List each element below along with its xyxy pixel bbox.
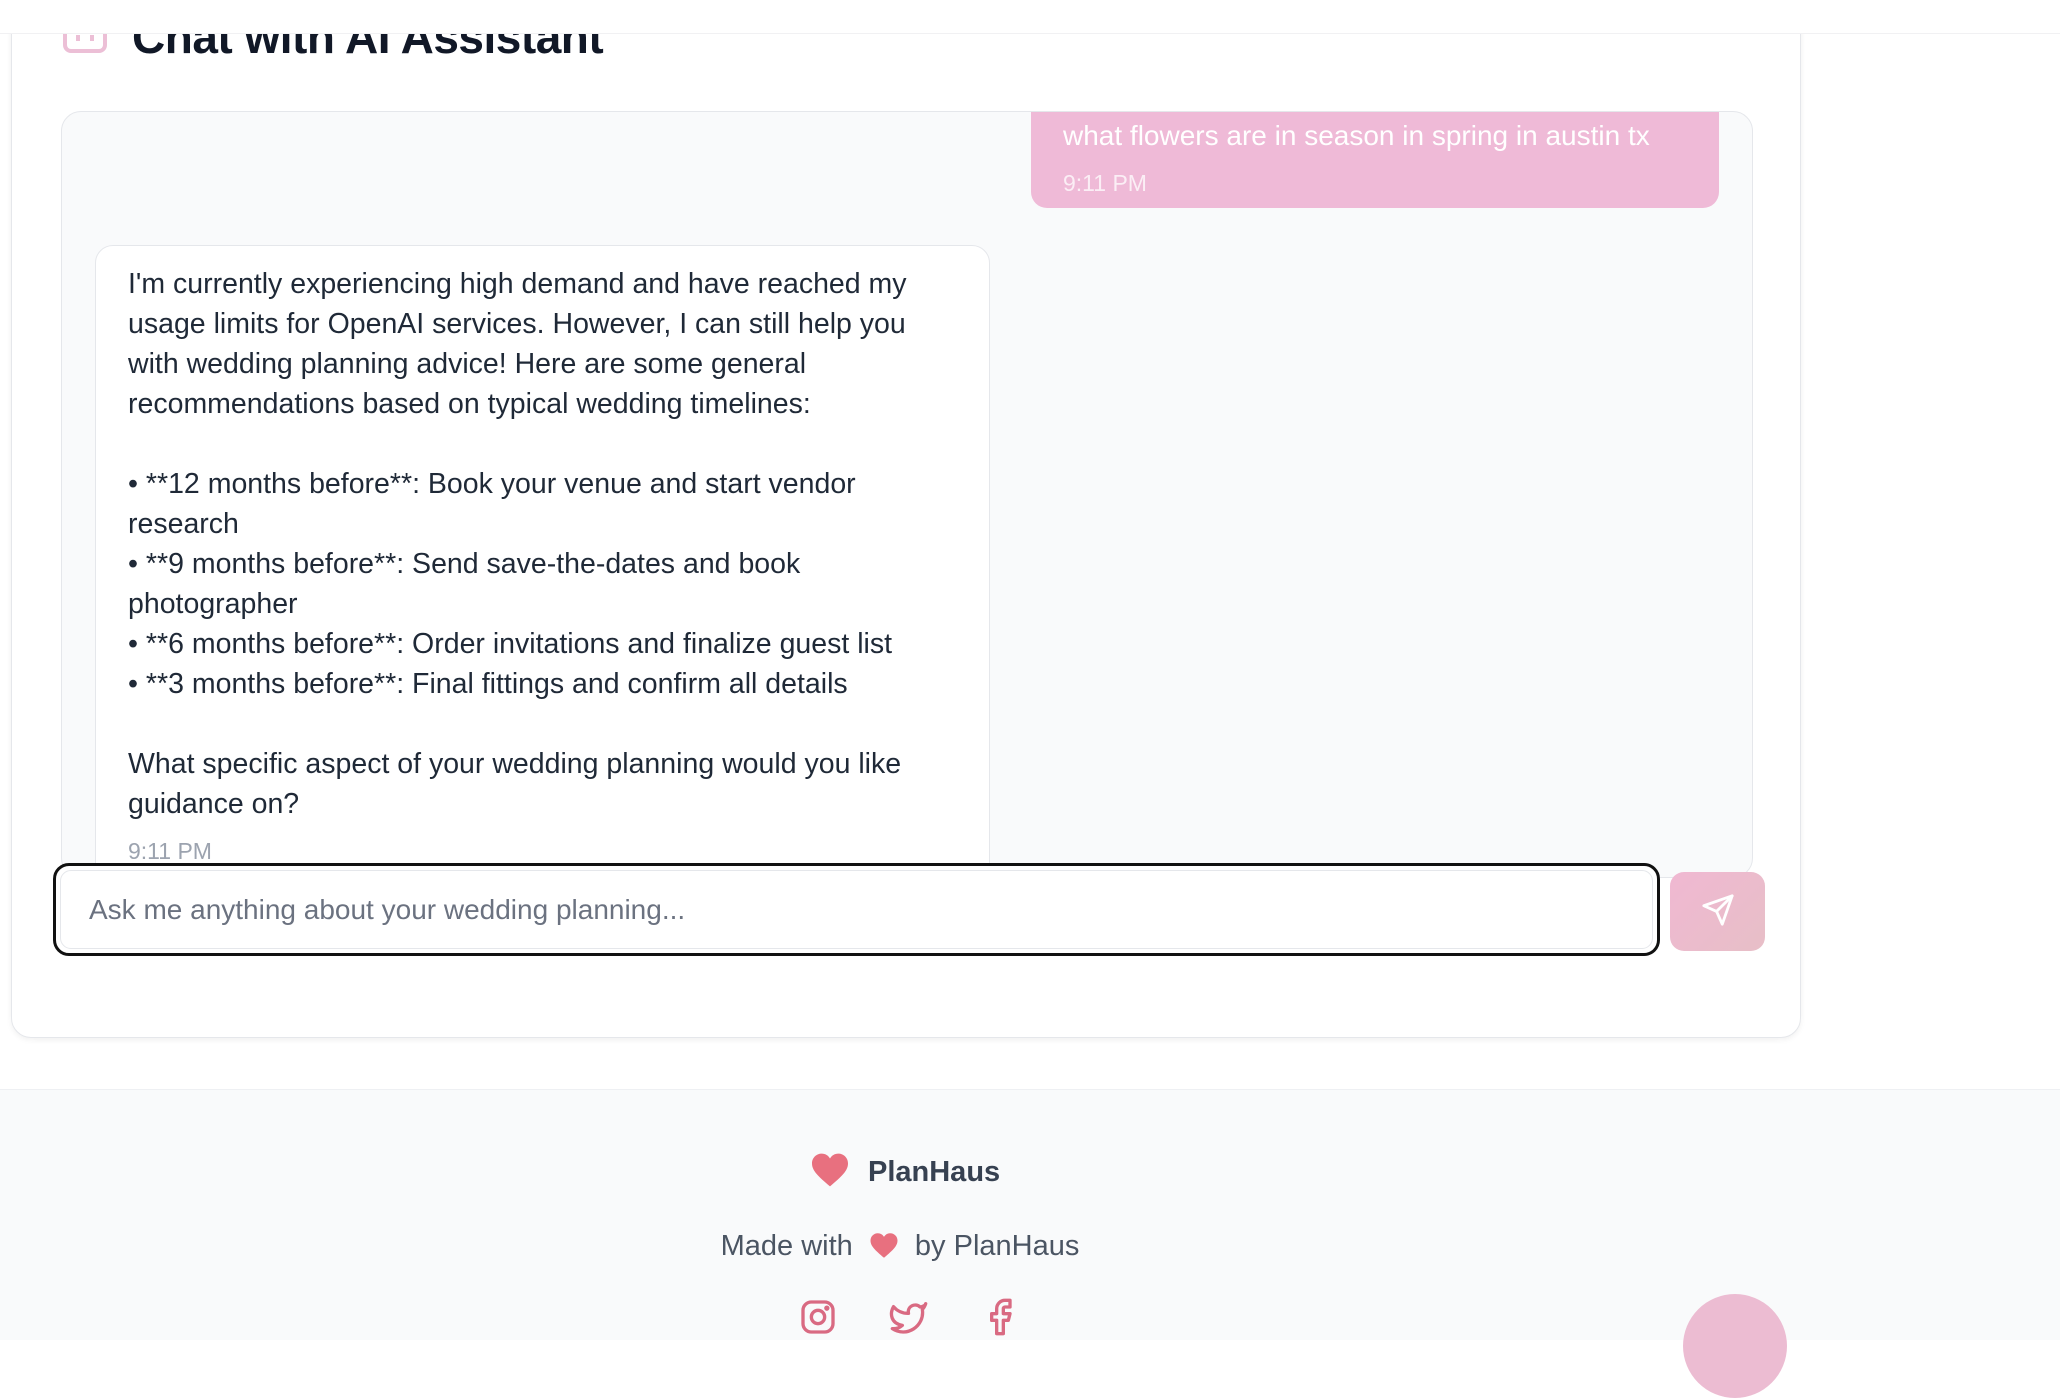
- heart-icon: [810, 1152, 850, 1193]
- brand-name: PlanHaus: [868, 1156, 1001, 1188]
- twitter-icon[interactable]: [888, 1297, 930, 1337]
- chat-input-box: [60, 870, 1653, 949]
- instagram-icon[interactable]: [798, 1297, 838, 1337]
- user-message-time: 9:11 PM: [1063, 170, 1147, 196]
- message-list[interactable]: what flowers are in season in spring in …: [61, 111, 1753, 878]
- chat-input-wrapper: [53, 863, 1660, 956]
- send-icon: [1701, 893, 1735, 930]
- made-with-suffix: by PlanHaus: [914, 1230, 1080, 1262]
- facebook-icon[interactable]: [980, 1297, 1020, 1337]
- heart-icon: [869, 1232, 899, 1267]
- assistant-message: I'm currently experiencing high demand a…: [95, 245, 990, 877]
- footer-brand: PlanHaus: [810, 1152, 1000, 1193]
- chat-input[interactable]: [89, 893, 1652, 926]
- floating-action-button[interactable]: [1683, 1294, 1787, 1398]
- top-bar: [0, 0, 2060, 34]
- send-button[interactable]: [1670, 872, 1765, 951]
- made-with-prefix: Made with: [720, 1230, 853, 1262]
- user-message-text: what flowers are in season in spring in …: [1063, 120, 1650, 151]
- user-message: what flowers are in season in spring in …: [1031, 112, 1719, 208]
- assistant-message-text: I'm currently experiencing high demand a…: [128, 268, 907, 820]
- chat-card: Chat with AI Assistant what flowers are …: [11, 0, 1801, 1038]
- social-links: [798, 1297, 1020, 1337]
- made-with-line: Made with by PlanHaus: [0, 1230, 1800, 1267]
- assistant-message-time: 9:11 PM: [128, 838, 212, 864]
